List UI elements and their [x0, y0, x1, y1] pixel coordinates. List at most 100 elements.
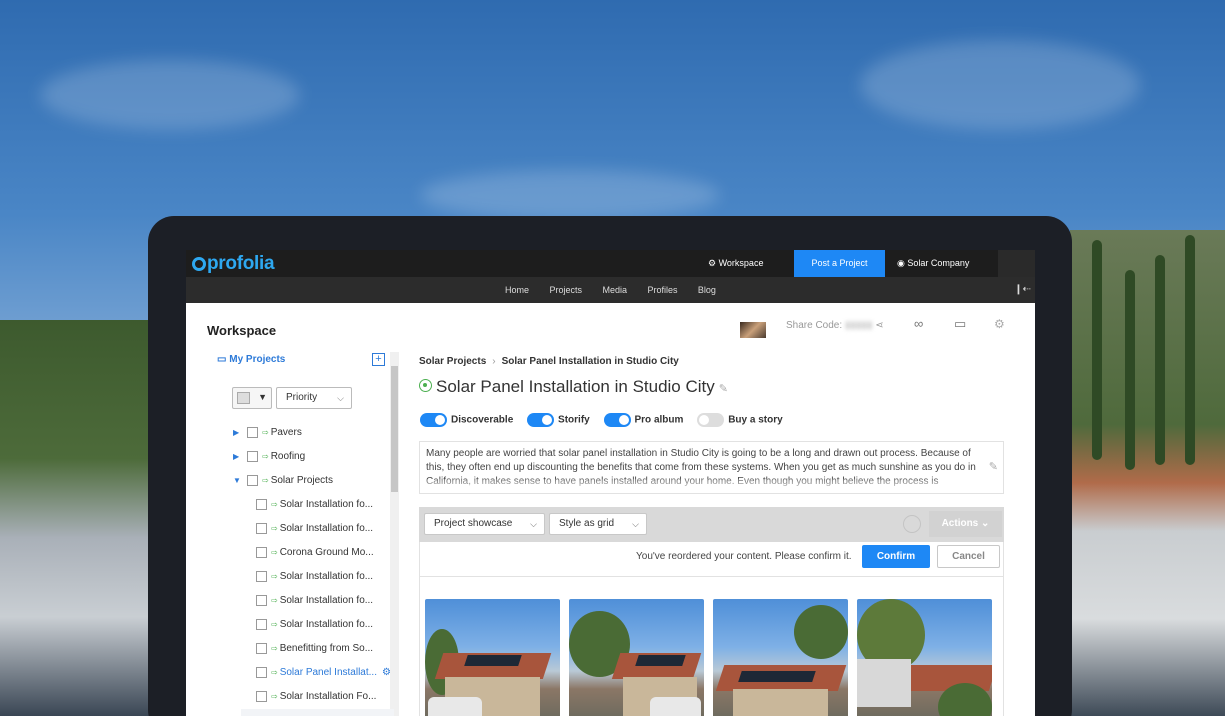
cypress-tree — [1185, 235, 1195, 465]
expand-arrow-icon[interactable]: ▶ — [233, 448, 239, 466]
tree-item[interactable]: ⇨ Solar Installation fo... — [256, 568, 373, 586]
description-field[interactable]: Many people are worried that solar panel… — [419, 441, 1004, 494]
status-dot-icon: ⇨ — [271, 692, 278, 701]
nav-projects[interactable]: Projects — [550, 277, 583, 303]
post-project-button[interactable]: Post a Project — [794, 250, 885, 277]
actions-button[interactable]: Actions ⌄ — [929, 511, 1002, 537]
bulk-select-dropdown[interactable]: ▼ — [232, 387, 272, 409]
expand-arrow-icon[interactable]: ▶ — [233, 424, 239, 442]
tree-checkbox[interactable] — [247, 427, 258, 438]
tree-item[interactable]: ⇨ Solar Installation fo... — [256, 496, 373, 514]
tree-item[interactable]: ⇨ Solar Installation fo... — [256, 616, 373, 634]
style-select[interactable]: Style as grid ⌵ — [549, 513, 647, 535]
tree-checkbox[interactable] — [256, 523, 267, 534]
tree-checkbox[interactable] — [256, 619, 267, 630]
switch[interactable] — [527, 413, 555, 427]
text-fade — [420, 479, 1003, 493]
active-row-highlight — [241, 709, 394, 716]
tree-checkbox[interactable] — [247, 451, 258, 462]
logo[interactable]: profolia — [192, 253, 275, 275]
chevron-down-icon: ▼ — [258, 392, 267, 402]
gallery-photo[interactable] — [857, 599, 992, 716]
tree-item[interactable]: ⇨ Solar Installation Fo... — [256, 688, 376, 706]
tree-item[interactable]: ⇨ Solar Installation fo... — [256, 520, 373, 538]
edit-icon[interactable]: ✎ — [719, 383, 728, 395]
nav-blog[interactable]: Blog — [698, 277, 716, 303]
breadcrumb-current: Solar Panel Installation in Studio City — [501, 356, 679, 367]
chevron-down-icon: ⌵ — [632, 519, 639, 529]
tree-checkbox[interactable] — [256, 595, 267, 606]
breadcrumb-item[interactable]: Solar Projects — [419, 356, 486, 367]
chevron-down-icon: ⌵ — [530, 519, 537, 529]
workspace-link[interactable]: ⚙ Workspace — [708, 250, 763, 277]
gallery-photo[interactable] — [713, 599, 848, 716]
cloud — [40, 60, 300, 130]
toggle-storify[interactable]: Storify — [527, 413, 590, 427]
project-title: Solar Panel Installation in Studio City ✎ — [419, 377, 728, 397]
select-all-circle[interactable] — [903, 515, 921, 533]
tree-checkbox[interactable] — [256, 643, 267, 654]
toggle-buy-a-story[interactable]: Buy a story — [697, 413, 783, 427]
exit-icon[interactable]: ❙⇠ — [1014, 277, 1031, 303]
tree-checkbox[interactable] — [256, 691, 267, 702]
status-dot-icon: ⇨ — [271, 668, 278, 677]
folder-icon: ▭ — [217, 354, 227, 365]
status-dot-icon: ⇨ — [271, 572, 278, 581]
app-screen: profolia ⚙ Workspace Post a Project ◉ So… — [186, 250, 1035, 716]
user-menu[interactable]: ◉ Solar Company — [897, 250, 969, 277]
tree-checkbox[interactable] — [256, 499, 267, 510]
gallery-photo[interactable] — [569, 599, 704, 716]
tree-item-active[interactable]: ⇨ Solar Panel Installat... ⚙ — [256, 664, 391, 682]
sidebar: ▭ My Projects + ▼ Priority ⌵ ▶ ⇨ Pavers ▶ ⇨ R… — [186, 348, 399, 716]
toggle-pro-album[interactable]: Pro album — [603, 413, 683, 427]
switch[interactable] — [603, 413, 631, 427]
toggle-row: Discoverable Storify Pro album Buy a sto… — [420, 413, 794, 427]
status-dot-icon: ⇨ — [271, 644, 278, 653]
status-dot-icon: ⇨ — [271, 596, 278, 605]
status-icon — [419, 379, 432, 392]
user-icon: ◉ — [897, 258, 905, 268]
tree-item[interactable]: ▶ ⇨ Pavers — [233, 424, 302, 442]
status-dot-icon: ⇨ — [271, 524, 278, 533]
my-projects-link[interactable]: ▭ My Projects — [217, 354, 285, 365]
sidebar-scroll-thumb[interactable] — [391, 366, 398, 492]
gear-icon[interactable]: ⚙ — [382, 667, 391, 678]
breadcrumb: Solar Projects › Solar Panel Installation … — [419, 356, 679, 367]
nav-media[interactable]: Media — [602, 277, 627, 303]
status-dot-icon: ⇨ — [262, 476, 269, 485]
gear-icon: ⚙ — [708, 258, 717, 268]
main-nav: Home Projects Media Profiles Blog ❙⇠ — [186, 277, 1035, 303]
switch[interactable] — [420, 413, 447, 427]
cypress-tree — [1092, 240, 1102, 460]
tree-item[interactable]: ▶ ⇨ Roofing — [233, 448, 305, 466]
tree-item[interactable]: ⇨ Benefitting from So... — [256, 640, 373, 658]
edit-icon[interactable]: ✎ — [989, 460, 998, 474]
cypress-tree — [1155, 255, 1165, 465]
toggle-discoverable[interactable]: Discoverable — [420, 413, 513, 427]
cloud — [420, 170, 720, 220]
background-scene-left — [0, 320, 150, 716]
priority-select[interactable]: Priority ⌵ — [276, 387, 352, 409]
cloud — [860, 40, 1140, 130]
switch[interactable] — [697, 413, 725, 427]
tree-item[interactable]: ⇨ Corona Ground Mo... — [256, 544, 374, 562]
bulk-select-checkbox[interactable] — [237, 392, 250, 404]
tree-item[interactable]: ⇨ Solar Installation fo... — [256, 592, 373, 610]
tree-item[interactable]: ▼ ⇨ Solar Projects — [233, 472, 333, 490]
nav-profiles[interactable]: Profiles — [647, 277, 677, 303]
tree-checkbox[interactable] — [247, 475, 258, 486]
collapse-arrow-icon[interactable]: ▼ — [233, 472, 241, 490]
tree-checkbox[interactable] — [256, 667, 267, 678]
view-select[interactable]: Project showcase ⌵ — [424, 513, 545, 535]
status-dot-icon: ⇨ — [271, 500, 278, 509]
cancel-button[interactable]: Cancel — [937, 545, 1000, 568]
chevron-down-icon: ⌄ — [981, 518, 990, 529]
nav-home[interactable]: Home — [505, 277, 529, 303]
add-project-button[interactable]: + — [372, 353, 385, 366]
reorder-bar: You've reordered your content. Please co… — [419, 542, 1004, 577]
status-dot-icon: ⇨ — [271, 548, 278, 557]
tree-checkbox[interactable] — [256, 571, 267, 582]
tree-checkbox[interactable] — [256, 547, 267, 558]
confirm-button[interactable]: Confirm — [862, 545, 930, 568]
gallery-photo[interactable] — [425, 599, 560, 716]
